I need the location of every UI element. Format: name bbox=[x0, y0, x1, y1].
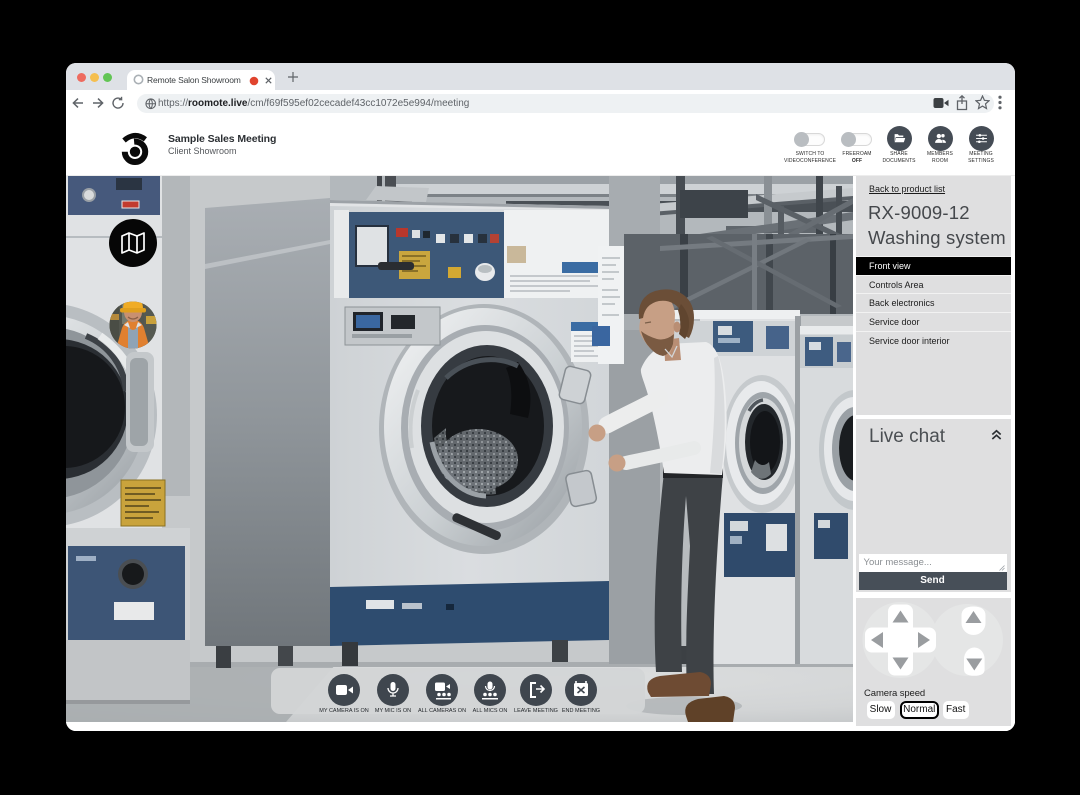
svg-text:ALL CAMERAS ON: ALL CAMERAS ON bbox=[418, 708, 466, 714]
svg-text:END MEETING: END MEETING bbox=[562, 708, 600, 714]
svg-text:ALL MICS ON: ALL MICS ON bbox=[473, 708, 508, 714]
svg-text:LEAVE MEETING: LEAVE MEETING bbox=[514, 708, 558, 714]
svg-text:MY MIC IS ON: MY MIC IS ON bbox=[375, 708, 411, 714]
svg-text:MY CAMERA IS ON: MY CAMERA IS ON bbox=[319, 708, 368, 714]
